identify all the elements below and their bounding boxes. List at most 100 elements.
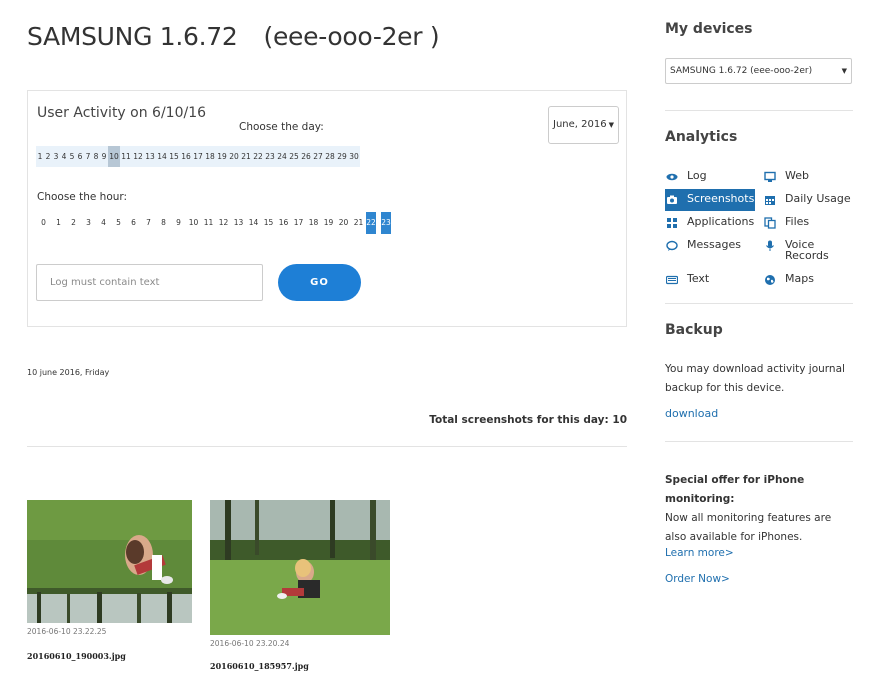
screenshot-thumbnail[interactable] [210, 500, 390, 635]
grid-icon [667, 218, 677, 228]
day-option[interactable]: 21 [240, 146, 252, 167]
hour-option[interactable]: 2 [66, 212, 81, 234]
divider [27, 446, 627, 447]
nav-messages[interactable]: Messages [665, 235, 755, 257]
hour-option[interactable]: 16 [276, 212, 291, 234]
hour-option[interactable]: 22 [366, 212, 376, 234]
order-now-link[interactable]: Order Now> [665, 573, 730, 585]
day-option[interactable]: 18 [204, 146, 216, 167]
device-select[interactable]: SAMSUNG 1.6.72 (eee-ooo-2er) ▼ [665, 58, 852, 84]
caret-down-icon: ▼ [841, 67, 847, 75]
day-option[interactable]: 6 [76, 146, 84, 167]
day-option[interactable]: 20 [228, 146, 240, 167]
microphone-icon [766, 240, 774, 251]
day-option[interactable]: 8 [92, 146, 100, 167]
nav-label: Screenshots [687, 192, 755, 205]
page-title: SAMSUNG 1.6.72 (eee-ooo-2er ) [27, 22, 440, 51]
hour-option[interactable]: 6 [126, 212, 141, 234]
nav-label: Applications [687, 215, 755, 228]
day-option[interactable]: 13 [144, 146, 156, 167]
files-icon [764, 217, 776, 229]
keyboard-icon [666, 275, 678, 285]
day-option[interactable]: 30 [348, 146, 360, 167]
hour-option[interactable]: 21 [351, 212, 366, 234]
day-option[interactable]: 5 [68, 146, 76, 167]
divider [665, 110, 853, 111]
screenshot-filename[interactable]: 20160610_185957.jpg [210, 661, 309, 671]
day-option[interactable]: 26 [300, 146, 312, 167]
hour-option[interactable]: 15 [261, 212, 276, 234]
hour-option[interactable]: 0 [36, 212, 51, 234]
hour-option[interactable]: 3 [81, 212, 96, 234]
hour-option[interactable]: 4 [96, 212, 111, 234]
hour-option[interactable]: 12 [216, 212, 231, 234]
download-link[interactable]: download [665, 407, 718, 420]
day-option[interactable]: 19 [216, 146, 228, 167]
day-option[interactable]: 14 [156, 146, 168, 167]
hour-option[interactable]: 9 [171, 212, 186, 234]
nav-maps[interactable]: Maps [763, 269, 853, 291]
screenshot-filename[interactable]: 20160610_190003.jpg [27, 651, 126, 661]
nav-daily-usage[interactable]: Daily Usage [763, 189, 853, 211]
nav-voice-records[interactable]: Voice Records [763, 235, 853, 265]
hour-option[interactable]: 1 [51, 212, 66, 234]
day-option[interactable]: 2 [44, 146, 52, 167]
day-option[interactable]: 15 [168, 146, 180, 167]
hour-option[interactable]: 5 [111, 212, 126, 234]
day-option[interactable]: 3 [52, 146, 60, 167]
hour-option[interactable]: 11 [201, 212, 216, 234]
nav-log[interactable]: Log [665, 166, 755, 188]
month-select-value: June, 2016 [553, 119, 607, 130]
nav-screenshots[interactable]: Screenshots [665, 189, 755, 211]
nav-applications[interactable]: Applications [665, 212, 760, 234]
hour-option[interactable]: 19 [321, 212, 336, 234]
nav-web[interactable]: Web [763, 166, 853, 188]
camera-icon [667, 195, 677, 204]
day-option[interactable]: 28 [324, 146, 336, 167]
day-option[interactable]: 16 [180, 146, 192, 167]
day-option[interactable]: 17 [192, 146, 204, 167]
day-option[interactable]: 24 [276, 146, 288, 167]
day-option[interactable]: 4 [60, 146, 68, 167]
hour-option[interactable]: 17 [291, 212, 306, 234]
hour-option[interactable]: 8 [156, 212, 171, 234]
day-option[interactable]: 10 [108, 146, 120, 167]
screenshot-timestamp: 2016-06-10 23.20.24 [210, 639, 290, 648]
day-option[interactable]: 7 [84, 146, 92, 167]
month-select[interactable]: June, 2016 ▼ [548, 106, 619, 144]
day-option[interactable]: 23 [264, 146, 276, 167]
hour-picker: 0 1 2 3 4 5 6 7 8 9 10 11 12 13 14 15 16 17 18 19 20 21 22 23 [36, 212, 396, 234]
day-option[interactable]: 29 [336, 146, 348, 167]
day-option[interactable]: 1 [36, 146, 44, 167]
screenshot-card[interactable]: 2016-06-10 23.20.24 20160610_185957.jpg [210, 500, 390, 680]
day-option[interactable]: 27 [312, 146, 324, 167]
screenshot-card[interactable]: 2016-06-10 23.22.25 20160610_190003.jpg [27, 500, 192, 670]
day-picker: 1 2 3 4 5 6 7 8 9 10 11 12 13 14 15 16 17 18 19 20 21 22 23 24 2… [36, 146, 360, 167]
nav-text[interactable]: Text [665, 269, 755, 291]
hour-option[interactable]: 7 [141, 212, 156, 234]
hour-option[interactable]: 18 [306, 212, 321, 234]
day-option[interactable]: 9 [100, 146, 108, 167]
day-option[interactable]: 12 [132, 146, 144, 167]
hour-option[interactable]: 20 [336, 212, 351, 234]
choose-day-label: Choose the day: [239, 121, 324, 133]
nav-files[interactable]: Files [763, 212, 853, 234]
hour-option[interactable]: 13 [231, 212, 246, 234]
hour-option[interactable]: 23 [381, 212, 391, 234]
analytics-title: Analytics [665, 129, 738, 145]
activity-panel: User Activity on 6/10/16 Choose the day:… [27, 90, 627, 327]
hour-option[interactable]: 10 [186, 212, 201, 234]
globe-icon [765, 275, 775, 285]
go-button[interactable]: GO [278, 264, 361, 301]
day-option[interactable]: 11 [120, 146, 132, 167]
nav-label: Maps [785, 272, 814, 285]
day-option[interactable]: 25 [288, 146, 300, 167]
log-search-input[interactable] [36, 264, 263, 301]
device-select-value: SAMSUNG 1.6.72 (eee-ooo-2er) [670, 66, 813, 76]
learn-more-link[interactable]: Learn more> [665, 547, 734, 559]
hour-option[interactable]: 14 [246, 212, 261, 234]
nav-label: Daily Usage [785, 192, 851, 205]
screenshot-thumbnail[interactable] [27, 500, 192, 623]
day-option[interactable]: 22 [252, 146, 264, 167]
nav-label: Text [687, 272, 710, 285]
